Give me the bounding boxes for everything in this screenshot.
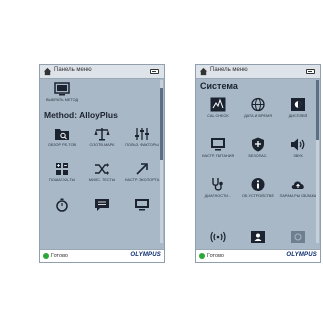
sliders-icon — [135, 128, 149, 140]
menu-panel-screen-left: Панель меню Выбрать метод Method: AlloyP… — [39, 64, 165, 263]
diagnostics-tile[interactable]: Диагности... — [198, 177, 238, 199]
status-text: Готово — [207, 253, 224, 259]
brand-logo: OLYMPUS — [286, 252, 317, 258]
battery-icon — [306, 69, 315, 74]
tile-label: Дата и время — [244, 114, 272, 118]
cloud-settings-tile[interactable]: Парам-ры облака — [278, 177, 318, 199]
tile-label: Парам-ры облака — [279, 194, 317, 198]
section-title: Система — [200, 81, 238, 91]
user-factors-tile[interactable]: Польз. факторы — [122, 127, 162, 148]
tile-label: Настр. питания — [201, 154, 235, 158]
home-icon[interactable] — [43, 67, 52, 76]
display-icon — [135, 199, 149, 211]
export-arrow-icon — [136, 163, 148, 175]
security-tile[interactable]: Безопас. — [238, 137, 278, 159]
tile-label: Соотв.марк — [89, 143, 115, 147]
status-bar: Готово OLYMPUS — [196, 249, 320, 262]
cloud-upload-icon — [291, 181, 304, 189]
section-title: Method: AlloyPlus — [44, 110, 118, 120]
image-icon — [291, 231, 305, 243]
battery-icon — [150, 69, 159, 74]
top-bar: Панель меню — [40, 65, 164, 79]
calculator-icon — [56, 163, 68, 175]
status-dot-icon — [199, 253, 205, 259]
display-tile[interactable] — [122, 198, 162, 212]
sound-tile[interactable]: Звук — [278, 137, 318, 159]
scrollbar[interactable] — [160, 80, 163, 243]
step-calc-tile[interactable]: Пошаг.ка-ты — [42, 162, 82, 183]
export-settings-tile[interactable]: Настр. экспорта — [122, 162, 162, 183]
stopwatch-icon — [56, 198, 68, 212]
scales-icon — [94, 128, 110, 141]
about-device-tile[interactable]: Об устройстве — [238, 177, 278, 199]
date-time-tile[interactable]: Дата и время — [238, 97, 278, 119]
cal-check-tile[interactable]: Cal Check — [198, 97, 238, 119]
grade-match-tile[interactable]: Соотв.марк — [82, 127, 122, 148]
power-settings-tile[interactable]: Настр. питания — [198, 137, 238, 159]
cal-check-icon — [210, 97, 226, 112]
messages-tile[interactable] — [82, 198, 122, 212]
select-method-icon — [54, 82, 70, 96]
results-review-tile[interactable]: Обзор ре-тов — [42, 127, 82, 148]
stethoscope-icon — [212, 178, 223, 191]
wireless-tile[interactable] — [198, 230, 238, 244]
mixed-tests-tile[interactable]: Милс. тесты — [82, 162, 122, 183]
tile-label: Cal Check — [207, 114, 229, 118]
tile-label: Настр. экспорта — [124, 178, 160, 182]
message-icon — [95, 199, 109, 211]
select-method-tile[interactable]: Выбрать метод — [42, 82, 82, 103]
tile-label: Безопас. — [248, 154, 268, 158]
power-display-icon — [211, 138, 225, 151]
speaker-icon — [291, 138, 305, 151]
status-text: Готово — [51, 253, 68, 259]
tile-label: Об устройстве — [242, 194, 274, 198]
tile-label: Диагности... — [204, 194, 232, 198]
scrollbar-thumb[interactable] — [316, 80, 319, 140]
brand-logo: OLYMPUS — [130, 252, 161, 258]
status-dot-icon — [43, 253, 49, 259]
folder-search-icon — [55, 129, 69, 140]
panel-title: Панель меню — [54, 67, 92, 73]
tile-label: Звук — [293, 154, 303, 158]
contact-card-icon — [251, 231, 265, 243]
tile-label: Пошаг.ка-ты — [48, 178, 76, 182]
tile-label: Обзор ре-тов — [47, 143, 77, 147]
scrollbar[interactable] — [316, 80, 319, 243]
scrollbar-thumb[interactable] — [160, 88, 163, 160]
timer-tile[interactable] — [42, 198, 82, 212]
display-brightness-icon — [291, 98, 305, 111]
globe-icon — [251, 97, 265, 112]
shield-icon — [252, 137, 264, 152]
tile-label: Польз. факторы — [125, 143, 159, 147]
tile-label: Милс. тесты — [88, 178, 116, 182]
top-bar: Панель меню — [196, 65, 320, 79]
image-tile[interactable] — [278, 230, 318, 244]
panel-title: Панель меню — [210, 67, 248, 73]
status-bar: Готово OLYMPUS — [40, 249, 164, 262]
shuffle-icon — [95, 163, 109, 175]
contacts-tile[interactable] — [238, 230, 278, 244]
tile-label: Дисплей — [288, 114, 308, 118]
wireless-icon — [210, 231, 226, 243]
menu-panel-screen-right: Панель меню Система Cal Check Дата и вре… — [195, 64, 321, 263]
tile-label: Выбрать метод — [45, 98, 79, 102]
info-icon — [251, 178, 265, 191]
home-icon[interactable] — [199, 67, 208, 76]
display-settings-tile[interactable]: Дисплей — [278, 97, 318, 119]
